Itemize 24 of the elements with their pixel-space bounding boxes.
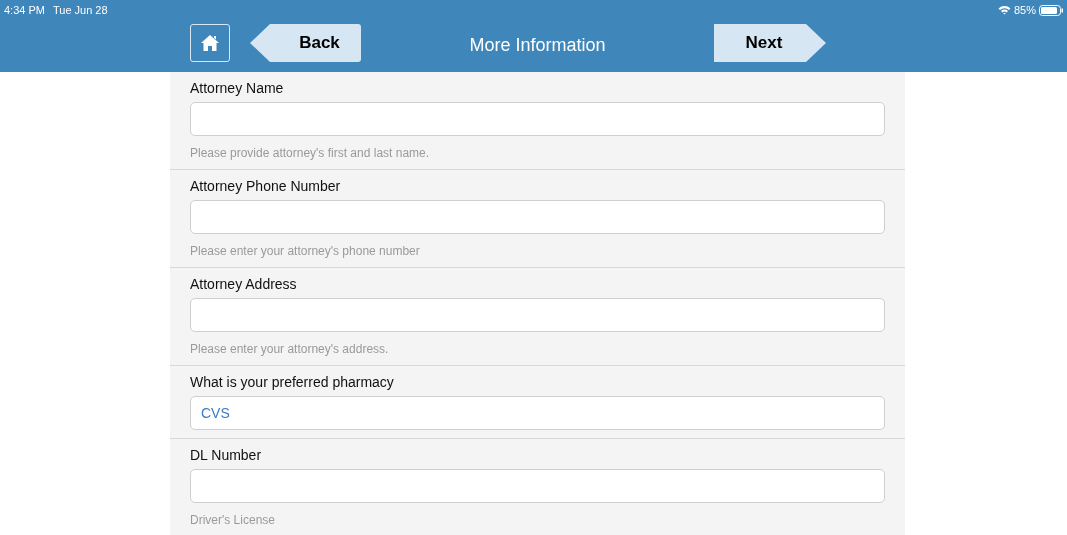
field-label: Attorney Name <box>190 79 285 98</box>
wifi-icon <box>997 5 1011 15</box>
battery-percent: 85% <box>1013 2 1036 18</box>
field-label: What is your preferred pharmacy <box>190 373 395 392</box>
text-input-field[interactable] <box>190 298 885 332</box>
field-label: Attorney Phone Number <box>190 177 342 196</box>
status-date: Tue Jun 28 <box>52 2 108 18</box>
field-hint: Please enter your attorney's address. <box>190 341 390 357</box>
text-input-field[interactable] <box>190 469 885 503</box>
back-button[interactable]: Back <box>250 24 361 62</box>
home-icon <box>200 34 220 52</box>
home-button[interactable] <box>190 24 230 62</box>
field-hint: Driver's License <box>190 512 276 528</box>
page-title: More Information <box>468 34 607 57</box>
status-time: 4:34 PM <box>4 2 45 18</box>
text-input-field[interactable]: CVS <box>190 396 885 430</box>
text-input-field[interactable] <box>190 102 885 136</box>
next-button[interactable]: Next <box>714 24 826 62</box>
field-hint: Please provide attorney's first and last name. <box>190 145 431 161</box>
battery-icon <box>1039 4 1063 16</box>
field-label: Attorney Address <box>190 275 298 294</box>
text-input-field[interactable] <box>190 200 885 234</box>
field-label: DL Number <box>190 446 263 465</box>
field-hint: Please enter your attorney's phone number <box>190 243 421 259</box>
